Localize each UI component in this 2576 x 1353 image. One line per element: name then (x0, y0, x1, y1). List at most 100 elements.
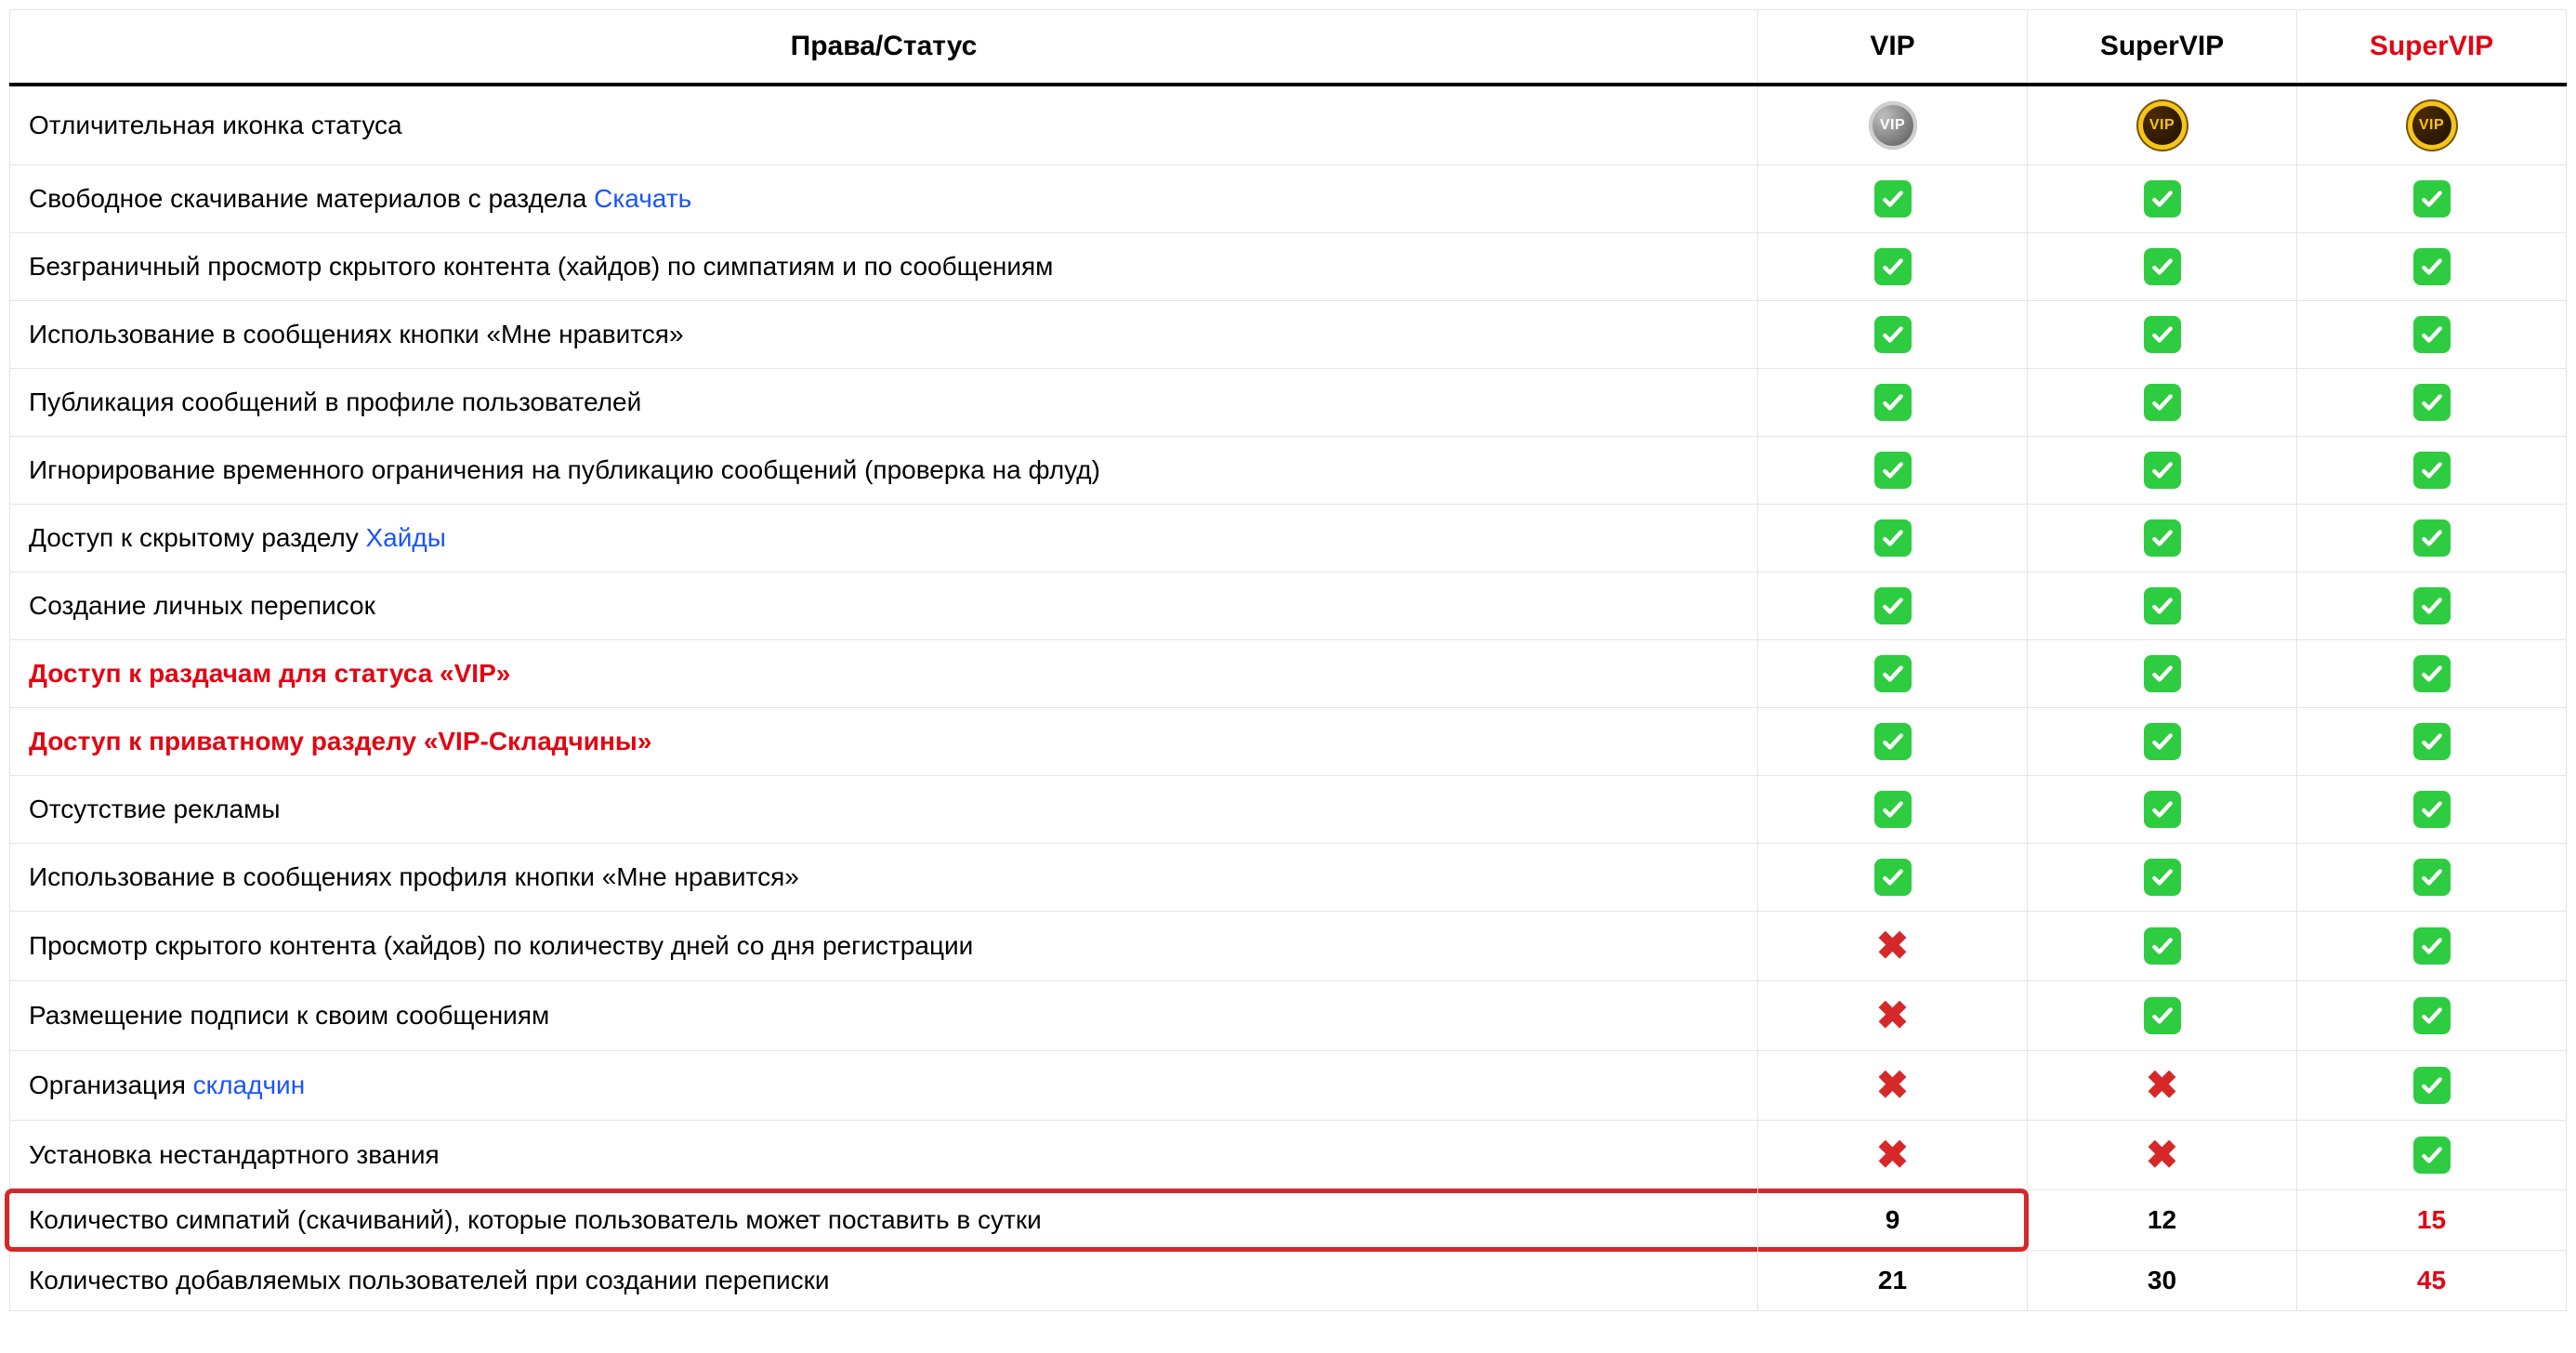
table-row: Игнорирование временного ограничения на … (10, 437, 2567, 505)
check-icon (2413, 587, 2451, 624)
header-tier-supervip-red: SuperVIP (2297, 10, 2567, 85)
row-value (2297, 776, 2567, 844)
check-icon (2144, 859, 2181, 896)
row-label-text: Публикация сообщений в профиле пользоват… (29, 388, 641, 416)
row-value: ✖ (1758, 912, 2028, 981)
row-value (2028, 369, 2297, 437)
row-label-text: Игнорирование временного ограничения на … (29, 455, 1100, 484)
table-row: Свободное скачивание материалов с раздел… (10, 165, 2567, 233)
row-value (2297, 844, 2567, 912)
check-icon (1874, 452, 1912, 489)
row-value (1758, 844, 2028, 912)
row-value (1758, 640, 2028, 708)
row-label-text: Отличительная иконка статуса (29, 111, 402, 139)
row-value-text: 9 (1886, 1205, 1900, 1234)
row-value (1758, 505, 2028, 572)
header-tier-supervip: SuperVIP (2028, 10, 2297, 85)
link[interactable]: Хайды (365, 523, 445, 552)
table-row: Доступ к раздачам для статуса «VIP» (10, 640, 2567, 708)
row-label: Организация складчин (10, 1051, 1758, 1121)
row-value: 30 (2028, 1251, 2297, 1311)
row-value: ✖ (1758, 1051, 2028, 1121)
row-value (2297, 1051, 2567, 1121)
check-icon (2413, 180, 2451, 217)
table-row: Установка нестандартного звания ✖ ✖ (10, 1121, 2567, 1190)
check-icon (2144, 927, 2181, 965)
row-value: ✖ (1758, 981, 2028, 1051)
row-value: 45 (2297, 1251, 2567, 1311)
row-value: VIP (2028, 85, 2297, 165)
row-value (2297, 708, 2567, 776)
check-icon (2144, 452, 2181, 489)
check-icon (1874, 180, 1912, 217)
table-row: Отсутствие рекламы (10, 776, 2567, 844)
row-value (2028, 640, 2297, 708)
row-label: Отличительная иконка статуса (10, 85, 1758, 165)
check-icon (2413, 927, 2451, 965)
table-row: Безграничный просмотр скрытого контента … (10, 233, 2567, 301)
cross-icon: ✖ (2146, 1066, 2178, 1105)
row-value: VIP (2297, 85, 2567, 165)
check-icon (2144, 316, 2181, 353)
row-label: Безграничный просмотр скрытого контента … (10, 233, 1758, 301)
row-value (1758, 572, 2028, 640)
cross-icon: ✖ (1876, 1066, 1909, 1105)
check-icon (2413, 452, 2451, 489)
row-label: Доступ к скрытому разделу Хайды (10, 505, 1758, 572)
table-row: Публикация сообщений в профиле пользоват… (10, 369, 2567, 437)
row-label: Размещение подписи к своим сообщениям (10, 981, 1758, 1051)
check-icon (2413, 997, 2451, 1034)
row-value (2297, 165, 2567, 233)
row-value-text: 21 (1878, 1266, 1907, 1294)
check-icon (2144, 997, 2181, 1034)
check-icon (1874, 587, 1912, 624)
row-value (2028, 233, 2297, 301)
row-label-text: Количество симпатий (скачиваний), которы… (29, 1205, 1042, 1234)
cross-icon: ✖ (1876, 1136, 1909, 1175)
check-icon (1874, 384, 1912, 421)
row-label: Публикация сообщений в профиле пользоват… (10, 369, 1758, 437)
row-label-text: Установка нестандартного звания (29, 1140, 440, 1169)
header-tier-vip: VIP (1758, 10, 2028, 85)
row-value: ✖ (2028, 1121, 2297, 1190)
check-icon (2144, 587, 2181, 624)
row-label: Количество симпатий (скачиваний), которы… (10, 1190, 1758, 1251)
check-icon (2413, 859, 2451, 896)
check-icon (2144, 519, 2181, 557)
table-row: Просмотр скрытого контента (хайдов) по к… (10, 912, 2567, 981)
row-value-text: 30 (2148, 1266, 2176, 1294)
row-value: VIP (1758, 85, 2028, 165)
check-icon (2144, 180, 2181, 217)
check-icon (1874, 519, 1912, 557)
row-value (2297, 912, 2567, 981)
check-icon (1874, 859, 1912, 896)
row-label: Доступ к приватному разделу «VIP-Складчи… (10, 708, 1758, 776)
table-row: Использование в сообщениях кнопки «Мне н… (10, 301, 2567, 369)
row-label: Просмотр скрытого контента (хайдов) по к… (10, 912, 1758, 981)
rights-comparison-table: Права/Статус VIP SuperVIP SuperVIP Отлич… (9, 9, 2567, 1311)
row-value (1758, 708, 2028, 776)
check-icon (2144, 655, 2181, 692)
row-value (2028, 844, 2297, 912)
row-label-text: Размещение подписи к своим сообщениям (29, 1001, 549, 1030)
vip-badge-silver-icon: VIP (1869, 101, 1917, 150)
row-value (2028, 301, 2297, 369)
link[interactable]: Скачать (594, 184, 691, 213)
row-label: Создание личных переписок (10, 572, 1758, 640)
check-icon (2413, 1136, 2451, 1174)
row-label-text: Использование в сообщениях профиля кнопк… (29, 862, 799, 891)
link[interactable]: складчин (193, 1071, 306, 1099)
check-icon (1874, 655, 1912, 692)
row-label-text: Свободное скачивание материалов с раздел… (29, 184, 594, 213)
check-icon (2413, 655, 2451, 692)
check-icon (2413, 248, 2451, 285)
row-value: 15 (2297, 1190, 2567, 1251)
row-value (2297, 233, 2567, 301)
check-icon (2413, 1067, 2451, 1104)
table-row: Использование в сообщениях профиля кнопк… (10, 844, 2567, 912)
table-row: Размещение подписи к своим сообщениям ✖ (10, 981, 2567, 1051)
check-icon (2144, 384, 2181, 421)
row-value (2028, 505, 2297, 572)
row-value (1758, 369, 2028, 437)
row-value-text: 12 (2148, 1205, 2176, 1234)
